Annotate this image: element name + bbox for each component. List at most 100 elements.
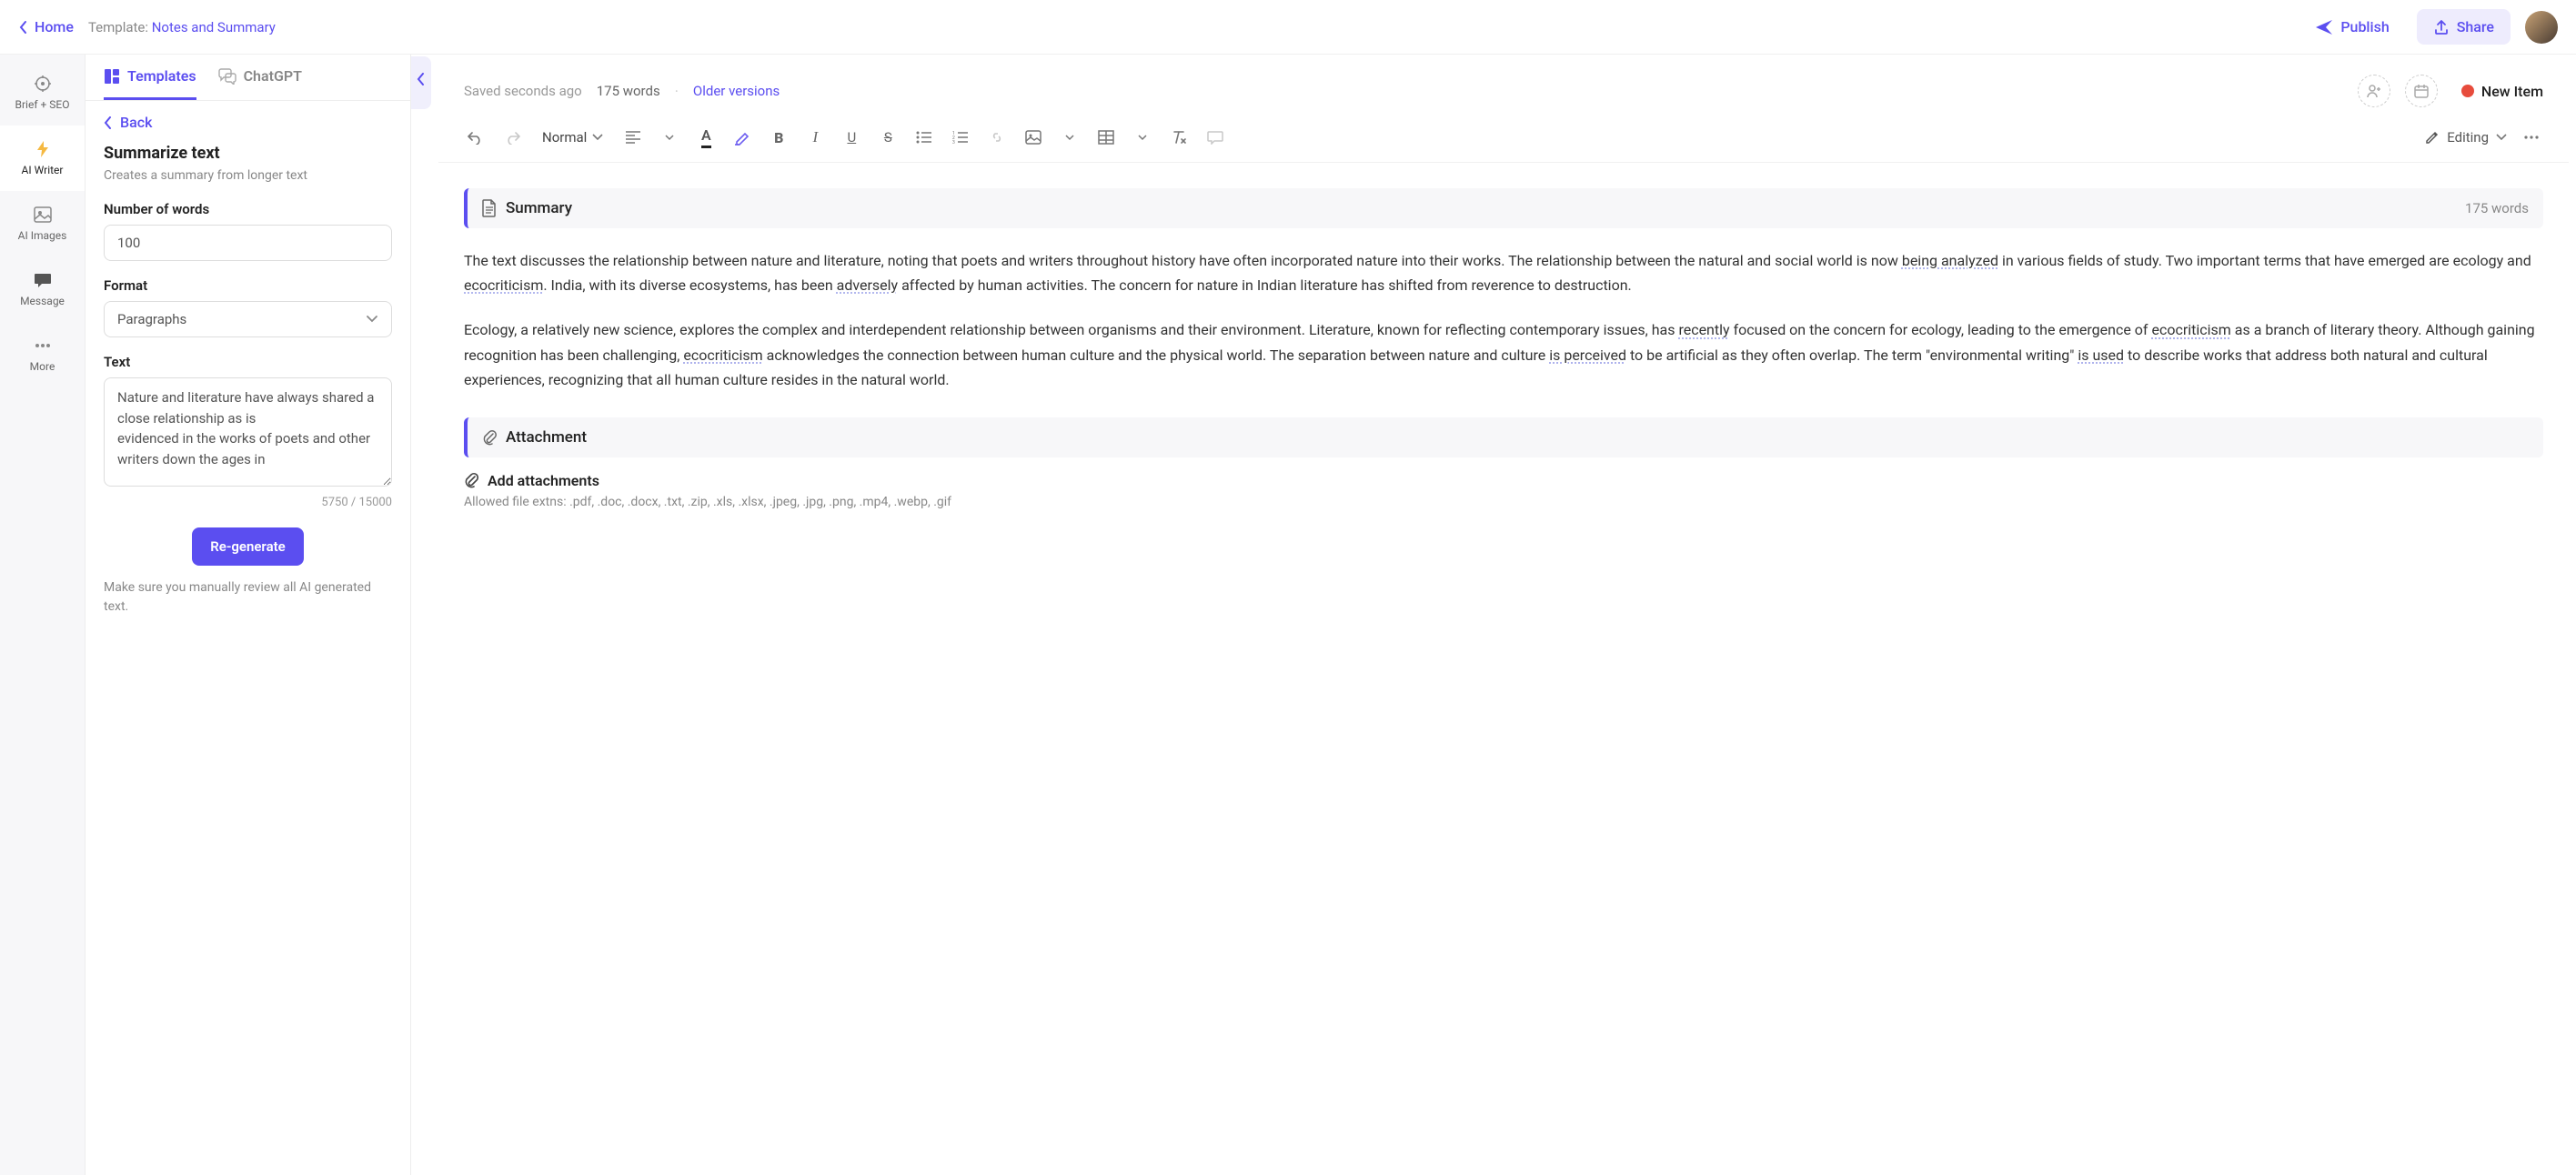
- italic-button[interactable]: I: [803, 126, 827, 149]
- num-words-input[interactable]: [104, 225, 392, 261]
- bold-button[interactable]: B: [767, 126, 790, 149]
- dots-icon: [2523, 136, 2540, 139]
- bullet-list-button[interactable]: [912, 126, 936, 149]
- sidepanel-tabs: Templates ChatGPT: [86, 55, 410, 101]
- svg-text:3: 3: [952, 140, 955, 144]
- format-select[interactable]: Paragraphs: [104, 301, 392, 337]
- upload-icon: [2433, 19, 2450, 35]
- dots-icon: [34, 336, 52, 355]
- tab-chatgpt[interactable]: ChatGPT: [218, 67, 302, 100]
- link-button[interactable]: [985, 126, 1009, 149]
- templates-icon: [104, 68, 120, 85]
- link-icon: [989, 130, 1005, 145]
- avatar[interactable]: [2525, 11, 2558, 44]
- toolbar: Normal A B I U S 123: [438, 118, 2569, 163]
- table-dropdown[interactable]: [1131, 126, 1154, 149]
- summary-block-header[interactable]: Summary 175 words: [464, 188, 2543, 228]
- add-user-button[interactable]: [2358, 75, 2390, 107]
- image-button[interactable]: [1021, 126, 1045, 149]
- align-left-icon: [625, 131, 641, 144]
- target-icon: [34, 75, 52, 93]
- num-words-label: Number of words: [104, 201, 392, 217]
- sidepanel: Templates ChatGPT Back Summarize text Cr…: [86, 55, 411, 1175]
- chevron-down-icon: [665, 135, 674, 141]
- chat-icon: [34, 271, 52, 289]
- align-dropdown[interactable]: [658, 126, 681, 149]
- doc-body[interactable]: Summary 175 words The text discusses the…: [438, 163, 2569, 1175]
- table-icon: [1098, 130, 1114, 145]
- underline-button[interactable]: U: [840, 126, 863, 149]
- rail-item-more[interactable]: More: [0, 322, 85, 387]
- table-button[interactable]: [1094, 126, 1118, 149]
- rail-item-ai-images[interactable]: AI Images: [0, 191, 85, 256]
- panel-title: Summarize text: [104, 144, 392, 163]
- doc-header: Saved seconds ago 175 words · Older vers…: [438, 55, 2569, 118]
- home-link[interactable]: Home: [18, 18, 74, 35]
- text-color-button[interactable]: A: [694, 126, 718, 149]
- send-icon: [2315, 19, 2333, 35]
- red-status-dot: [2461, 85, 2474, 97]
- document-icon: [482, 199, 497, 217]
- image-icon: [34, 206, 52, 224]
- template-label: Template: Notes and Summary: [88, 19, 276, 35]
- paperclip-icon: [482, 429, 497, 446]
- comment-button[interactable]: [1203, 126, 1227, 149]
- rail-item-brief-seo[interactable]: Brief + SEO: [0, 60, 85, 126]
- clear-format-button[interactable]: [1167, 126, 1191, 149]
- highlight-button[interactable]: [730, 126, 754, 149]
- allowed-extensions: Allowed file extns: .pdf, .doc, .docx, .…: [464, 495, 2543, 509]
- bolt-icon: [34, 140, 52, 158]
- summary-paragraph-2[interactable]: Ecology, a relatively new science, explo…: [464, 317, 2543, 392]
- style-select[interactable]: Normal: [537, 126, 609, 149]
- saved-status: Saved seconds ago: [464, 83, 582, 99]
- summary-paragraph-1[interactable]: The text discusses the relationship betw…: [464, 248, 2543, 297]
- chat-bubbles-icon: [218, 68, 236, 85]
- chevron-down-icon: [366, 315, 378, 324]
- comment-icon: [1207, 130, 1223, 145]
- publish-button[interactable]: Publish: [2302, 11, 2401, 43]
- number-list-icon: 123: [952, 131, 969, 144]
- chevron-left-icon: [18, 20, 29, 35]
- undo-button[interactable]: [464, 126, 488, 149]
- template-name[interactable]: Notes and Summary: [152, 19, 276, 35]
- regenerate-button[interactable]: Re-generate: [192, 527, 303, 566]
- paperclip-icon: [464, 472, 478, 488]
- redo-button[interactable]: [500, 126, 524, 149]
- editing-mode-select[interactable]: Editing: [2425, 129, 2507, 146]
- collapse-handle[interactable]: [411, 56, 431, 109]
- home-label: Home: [35, 18, 74, 35]
- image-icon: [1025, 130, 1041, 145]
- chevron-down-icon: [592, 134, 603, 141]
- redo-icon: [504, 130, 520, 145]
- new-item-label[interactable]: New Item: [2461, 83, 2543, 100]
- format-label: Format: [104, 277, 392, 294]
- more-button[interactable]: [2520, 126, 2543, 149]
- calendar-icon: [2413, 83, 2430, 99]
- attachment-block-header[interactable]: Attachment: [464, 417, 2543, 457]
- left-rail: Brief + SEO AI Writer AI Images Message …: [0, 55, 86, 1175]
- tab-templates[interactable]: Templates: [104, 67, 196, 100]
- align-button[interactable]: [621, 126, 645, 149]
- number-list-button[interactable]: 123: [949, 126, 972, 149]
- summary-word-count: 175 words: [2465, 200, 2529, 216]
- panel-subtitle: Creates a summary from longer text: [104, 168, 392, 183]
- share-button[interactable]: Share: [2417, 9, 2511, 45]
- older-versions-link[interactable]: Older versions: [693, 83, 780, 99]
- add-attachments-button[interactable]: Add attachments: [464, 472, 2543, 489]
- text-label: Text: [104, 354, 392, 370]
- chevron-left-icon: [104, 116, 113, 129]
- text-color-icon: A: [701, 126, 711, 148]
- undo-icon: [468, 130, 484, 145]
- text-input[interactable]: [104, 377, 392, 487]
- chevron-down-icon: [1138, 135, 1147, 141]
- chevron-left-icon: [417, 73, 426, 85]
- image-dropdown[interactable]: [1058, 126, 1082, 149]
- bullet-list-icon: [916, 131, 932, 144]
- calendar-button[interactable]: [2405, 75, 2438, 107]
- doc-word-count: 175 words: [597, 83, 660, 99]
- rail-item-message[interactable]: Message: [0, 256, 85, 322]
- user-plus-icon: [2366, 83, 2382, 99]
- strike-button[interactable]: S: [876, 126, 900, 149]
- back-link[interactable]: Back: [86, 101, 410, 138]
- rail-item-ai-writer[interactable]: AI Writer: [0, 126, 85, 191]
